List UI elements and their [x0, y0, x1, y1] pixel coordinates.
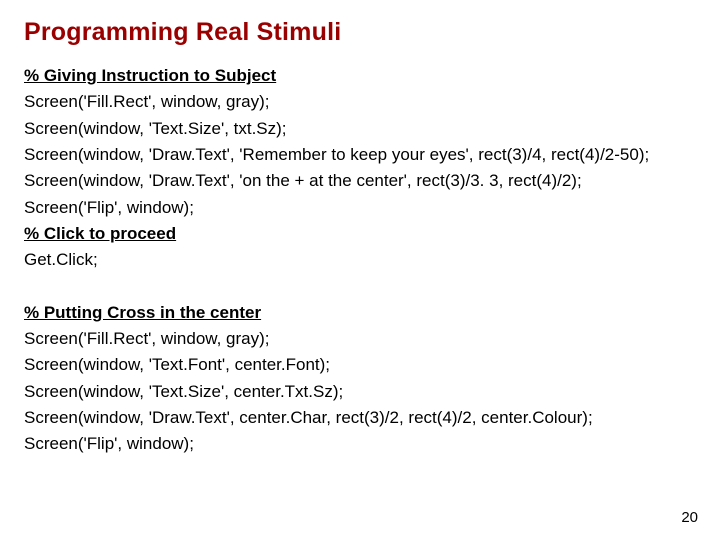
- code-line: Get.Click;: [24, 247, 696, 273]
- code-line: Screen(window, 'Draw.Text', 'Remember to…: [24, 142, 696, 168]
- code-line: Screen(window, 'Draw.Text', center.Char,…: [24, 405, 696, 431]
- page-number: 20: [681, 509, 698, 526]
- comment-line: % Giving Instruction to Subject: [24, 63, 696, 89]
- code-line: Screen('Fill.Rect', window, gray);: [24, 326, 696, 352]
- code-line: Screen(window, 'Text.Size', center.Txt.S…: [24, 379, 696, 405]
- section-instruction: % Giving Instruction to Subject Screen('…: [24, 63, 696, 274]
- slide-title: Programming Real Stimuli: [24, 18, 696, 47]
- code-line: Screen('Flip', window);: [24, 431, 696, 457]
- code-line: Screen('Flip', window);: [24, 195, 696, 221]
- code-line: Screen('Fill.Rect', window, gray);: [24, 89, 696, 115]
- comment-line: % Click to proceed: [24, 221, 696, 247]
- code-line: Screen(window, 'Text.Font', center.Font)…: [24, 352, 696, 378]
- code-line: Screen(window, 'Text.Size', txt.Sz);: [24, 116, 696, 142]
- code-line: Screen(window, 'Draw.Text', 'on the + at…: [24, 168, 696, 194]
- slide: Programming Real Stimuli % Giving Instru…: [0, 0, 720, 540]
- section-cross: % Putting Cross in the center Screen('Fi…: [24, 300, 696, 458]
- comment-line: % Putting Cross in the center: [24, 300, 696, 326]
